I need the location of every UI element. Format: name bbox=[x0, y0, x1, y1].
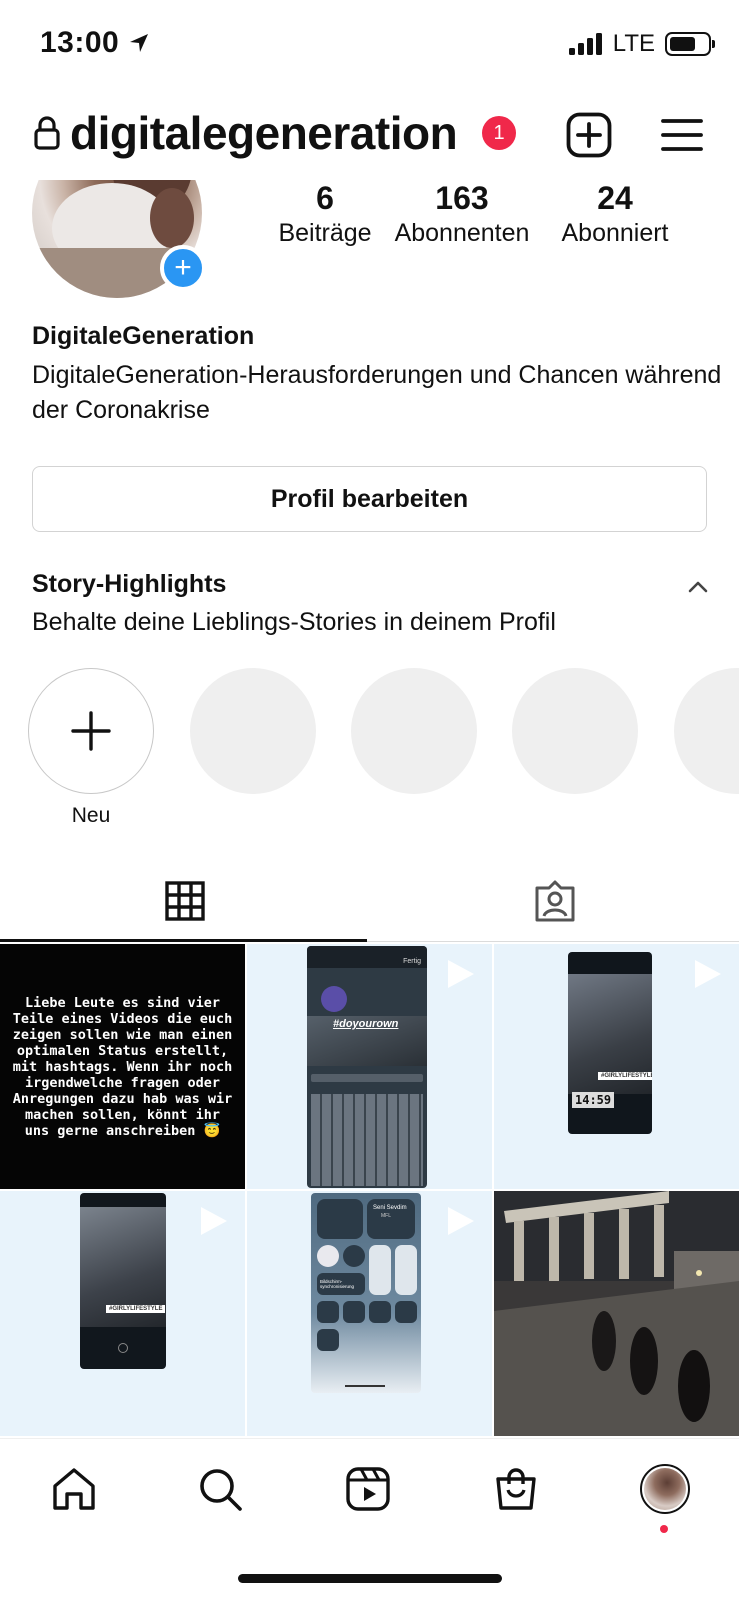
stat-posts-label: Beiträge bbox=[278, 219, 372, 247]
grid-icon bbox=[164, 881, 205, 921]
new-highlight-label: Neu bbox=[71, 804, 111, 827]
tagged-person-icon bbox=[535, 880, 574, 922]
display-name: DigitaleGeneration bbox=[32, 322, 255, 350]
activity-dot bbox=[660, 1525, 668, 1533]
signal-icon bbox=[568, 33, 602, 55]
post-tile[interactable]: Fertig #doyourown bbox=[247, 944, 492, 1189]
stat-followers[interactable]: 163 Abonnenten bbox=[386, 180, 538, 250]
profile-stats: 6 Beiträge 163 Abonnenten 24 Abonniert bbox=[250, 180, 710, 260]
status-bar: 13:00 LTE bbox=[0, 0, 739, 90]
tab-tagged[interactable] bbox=[370, 860, 739, 942]
search-icon bbox=[200, 1469, 242, 1511]
battery-icon bbox=[665, 32, 715, 56]
plus-icon bbox=[71, 711, 111, 751]
home-indicator[interactable] bbox=[238, 1574, 502, 1583]
username-switcher[interactable]: digitalegeneration bbox=[70, 106, 458, 160]
stat-following[interactable]: 24 Abonniert bbox=[542, 180, 688, 250]
profile-tabs bbox=[0, 860, 739, 942]
post-done-label: Fertig bbox=[403, 958, 421, 965]
post-sticker-text: #GIRLYLIFESTYLE bbox=[106, 1305, 166, 1313]
post-tile[interactable]: Liebe Leute es sind vier Teile eines Vid… bbox=[0, 944, 245, 1189]
post-tile[interactable] bbox=[494, 1191, 739, 1436]
highlight-placeholder bbox=[674, 668, 739, 794]
status-time-group: 13:00 bbox=[40, 26, 151, 60]
post-sticker-text: #GIRLYLIFESTYLE bbox=[598, 1072, 652, 1080]
highlights-row: Neu bbox=[0, 668, 739, 838]
reels-icon bbox=[346, 1467, 390, 1511]
edit-profile-button[interactable]: Profil bearbeiten bbox=[32, 466, 707, 532]
network-type: LTE bbox=[612, 30, 655, 57]
add-story-icon[interactable]: + bbox=[160, 245, 206, 291]
status-indicators: LTE bbox=[568, 30, 715, 58]
home-icon bbox=[53, 1468, 95, 1510]
post-tile[interactable]: Seni Sevdim MFL Bildschirm-synchronisier… bbox=[247, 1191, 492, 1436]
post-phone-screen: Seni Sevdim MFL Bildschirm-synchronisier… bbox=[311, 1193, 421, 1393]
notification-badge[interactable]: 1 bbox=[482, 116, 516, 150]
shop-bag-icon bbox=[496, 1468, 536, 1510]
stat-followers-label: Abonnenten bbox=[394, 219, 530, 247]
reel-play-icon bbox=[448, 960, 474, 988]
post-phone-screen: Fertig #doyourown bbox=[307, 946, 427, 1188]
post-tile[interactable]: #GIRLYLIFESTYLE bbox=[0, 1191, 245, 1436]
highlight-placeholder bbox=[351, 668, 477, 794]
stat-posts[interactable]: 6 Beiträge bbox=[250, 180, 400, 250]
chevron-up-icon[interactable] bbox=[688, 580, 708, 594]
nav-profile[interactable] bbox=[635, 1459, 695, 1519]
highlights-title: Story-Highlights bbox=[32, 570, 227, 598]
posts-grid: Liebe Leute es sind vier Teile eines Vid… bbox=[0, 944, 739, 1438]
stat-posts-value: 6 bbox=[316, 180, 334, 216]
post-music-artist: MFL bbox=[381, 1213, 391, 1219]
post-music-title: Seni Sevdim bbox=[373, 1205, 407, 1211]
highlights-subtitle: Behalte deine Lieblings-Stories in deine… bbox=[32, 608, 556, 636]
lock-icon bbox=[34, 116, 60, 150]
new-highlight-button[interactable] bbox=[28, 668, 154, 794]
stat-following-value: 24 bbox=[597, 180, 633, 216]
location-arrow-icon bbox=[130, 34, 149, 52]
highlight-placeholder bbox=[190, 668, 316, 794]
stat-followers-value: 163 bbox=[435, 180, 489, 216]
menu-icon[interactable] bbox=[661, 118, 703, 152]
post-phone-screen: #GIRLYLIFESTYLE bbox=[80, 1193, 166, 1369]
reel-play-icon bbox=[201, 1207, 227, 1235]
bio: DigitaleGeneration-Herausforderungen und… bbox=[32, 361, 722, 424]
highlight-placeholder bbox=[512, 668, 638, 794]
nav-home[interactable] bbox=[44, 1459, 104, 1519]
post-sticker-time: 14:59 bbox=[572, 1092, 615, 1108]
post-text: Liebe Leute es sind vier Teile eines Vid… bbox=[12, 994, 233, 1139]
nav-reels[interactable] bbox=[338, 1459, 398, 1519]
profile-header: digitalegeneration 1 bbox=[0, 100, 739, 180]
reel-play-icon bbox=[695, 960, 721, 988]
post-phone-screen: #GIRLYLIFESTYLE 14:59 bbox=[568, 952, 652, 1134]
post-cc-label: Bildschirm-synchronisierung bbox=[320, 1279, 355, 1289]
tab-posts-grid[interactable] bbox=[0, 860, 369, 942]
post-hashtag: #doyourown bbox=[333, 1018, 399, 1030]
nav-search[interactable] bbox=[190, 1459, 250, 1519]
nav-shop[interactable] bbox=[486, 1459, 546, 1519]
post-tile[interactable]: #GIRLYLIFESTYLE 14:59 bbox=[494, 944, 739, 1189]
post-photo bbox=[494, 1191, 739, 1436]
profile-avatar-icon bbox=[640, 1464, 690, 1514]
stat-following-label: Abonniert bbox=[561, 219, 669, 247]
bottom-nav bbox=[0, 1438, 739, 1538]
active-tab-indicator bbox=[0, 939, 367, 942]
status-time: 13:00 bbox=[40, 26, 120, 59]
reel-play-icon bbox=[448, 1207, 474, 1235]
add-post-icon[interactable] bbox=[566, 112, 612, 158]
